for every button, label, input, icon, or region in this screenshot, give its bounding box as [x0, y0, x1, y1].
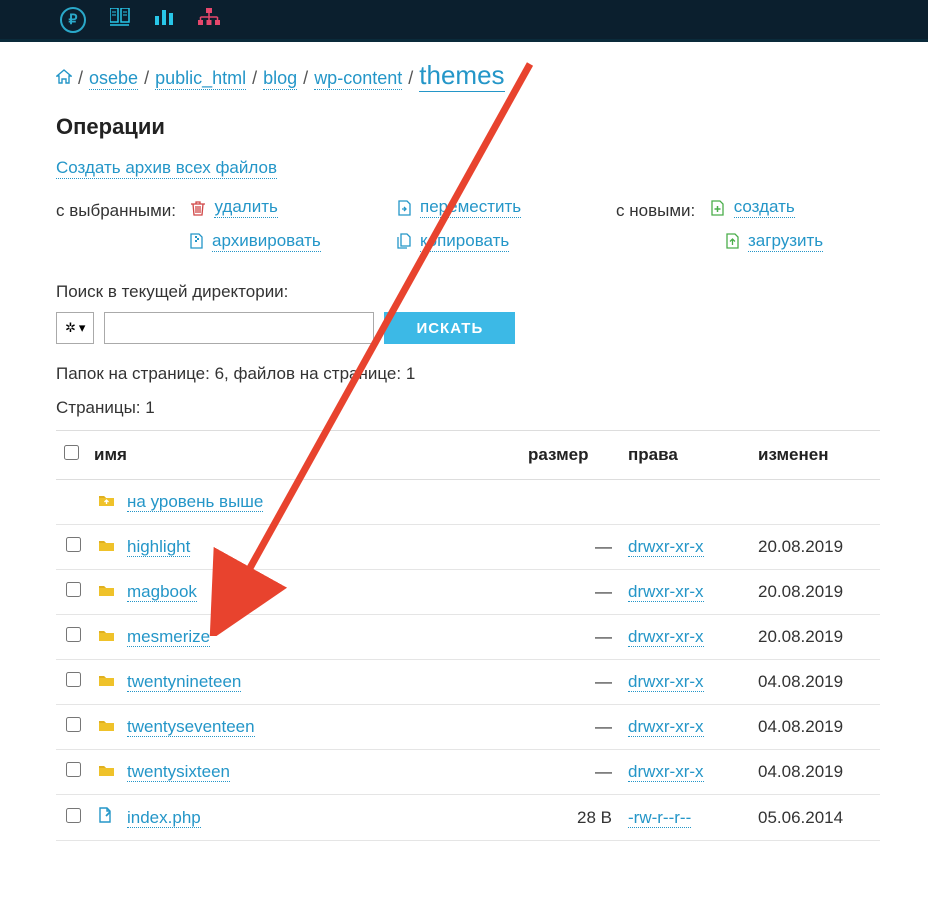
col-name: имя: [90, 431, 520, 480]
bars-icon[interactable]: [154, 8, 174, 31]
archive-all-link[interactable]: Создать архив всех файлов: [56, 158, 277, 179]
move-file-icon: [396, 199, 412, 217]
row-checkbox[interactable]: [66, 627, 81, 642]
create-link[interactable]: создать: [734, 197, 795, 218]
permissions-link[interactable]: drwxr-xr-x: [628, 672, 704, 692]
permissions-link[interactable]: drwxr-xr-x: [628, 627, 704, 647]
file-size: —: [520, 750, 620, 795]
copy-link[interactable]: копировать: [420, 231, 509, 252]
file-date: 05.06.2014: [750, 795, 880, 841]
counts-line: Папок на странице: 6, файлов на странице…: [56, 364, 880, 384]
delete-link[interactable]: удалить: [214, 197, 277, 218]
folder-icon: [98, 627, 115, 646]
col-modified: изменен: [750, 431, 880, 480]
row-checkbox[interactable]: [66, 717, 81, 732]
file-date: 20.08.2019: [750, 525, 880, 570]
permissions-link[interactable]: drwxr-xr-x: [628, 537, 704, 557]
create-file-icon: [710, 199, 726, 217]
search-button[interactable]: ИСКАТЬ: [384, 312, 515, 344]
table-row: magbook — drwxr-xr-x 20.08.2019: [56, 570, 880, 615]
trash-icon: [190, 199, 206, 217]
table-row: twentysixteen — drwxr-xr-x 04.08.2019: [56, 750, 880, 795]
file-name-link[interactable]: index.php: [127, 808, 201, 828]
file-date: 04.08.2019: [750, 705, 880, 750]
row-checkbox[interactable]: [66, 808, 81, 823]
file-size: —: [520, 525, 620, 570]
table-row: twentynineteen — drwxr-xr-x 04.08.2019: [56, 660, 880, 705]
file-name-link[interactable]: highlight: [127, 537, 190, 557]
folder-icon: [98, 582, 115, 601]
up-level-row: на уровень выше: [56, 480, 880, 525]
row-checkbox[interactable]: [66, 762, 81, 777]
file-name-link[interactable]: twentysixteen: [127, 762, 230, 782]
file-date: 20.08.2019: [750, 570, 880, 615]
file-name-link[interactable]: twentynineteen: [127, 672, 241, 692]
home-icon[interactable]: [56, 69, 72, 89]
permissions-link[interactable]: drwxr-xr-x: [628, 717, 704, 737]
with-new-label: с новыми:: [616, 201, 695, 220]
folder-icon: [98, 717, 115, 736]
gear-icon: ✲: [65, 320, 76, 336]
up-level-link[interactable]: на уровень выше: [127, 492, 263, 512]
permissions-link[interactable]: drwxr-xr-x: [628, 762, 704, 782]
breadcrumb-current[interactable]: themes: [419, 60, 504, 92]
file-name-link[interactable]: twentyseventeen: [127, 717, 255, 737]
breadcrumb-link[interactable]: public_html: [155, 68, 246, 90]
file-size: 28 B: [520, 795, 620, 841]
file-size: —: [520, 615, 620, 660]
file-icon: [98, 808, 112, 827]
breadcrumb-link[interactable]: blog: [263, 68, 297, 90]
operations-heading: Операции: [56, 114, 880, 140]
file-size: —: [520, 705, 620, 750]
file-date: 20.08.2019: [750, 615, 880, 660]
table-row: highlight — drwxr-xr-x 20.08.2019: [56, 525, 880, 570]
file-table: имя размер права изменен на уровень выше…: [56, 430, 880, 841]
search-input[interactable]: [104, 312, 374, 344]
ruble-icon[interactable]: ₽: [60, 7, 86, 33]
stats-icon[interactable]: [110, 8, 130, 31]
file-name-link[interactable]: magbook: [127, 582, 197, 602]
operations-row: с выбранными: удалить архивировать: [56, 197, 880, 254]
search-label: Поиск в текущей директории:: [56, 282, 880, 302]
row-checkbox[interactable]: [66, 672, 81, 687]
table-row: mesmerize — drwxr-xr-x 20.08.2019: [56, 615, 880, 660]
select-all-checkbox[interactable]: [64, 445, 79, 460]
permissions-link[interactable]: drwxr-xr-x: [628, 582, 704, 602]
move-link[interactable]: переместить: [420, 197, 521, 218]
table-row: twentyseventeen — drwxr-xr-x 04.08.2019: [56, 705, 880, 750]
permissions-link[interactable]: -rw-r--r--: [628, 808, 691, 828]
breadcrumb-link[interactable]: osebe: [89, 68, 138, 90]
folder-icon: [98, 762, 115, 781]
row-checkbox[interactable]: [66, 537, 81, 552]
folder-icon: [98, 672, 115, 691]
file-date: 04.08.2019: [750, 660, 880, 705]
archive-link[interactable]: архивировать: [212, 231, 321, 252]
with-selected-label: с выбранными:: [56, 201, 176, 220]
col-perms: права: [620, 431, 750, 480]
top-nav-bar: ₽: [0, 0, 928, 42]
folder-up-icon: [98, 494, 115, 511]
breadcrumb: / osebe / public_html / blog / wp-conten…: [56, 60, 880, 92]
file-name-link[interactable]: mesmerize: [127, 627, 210, 647]
file-size: —: [520, 660, 620, 705]
col-size: размер: [520, 431, 620, 480]
breadcrumb-link[interactable]: wp-content: [314, 68, 402, 90]
folder-icon: [98, 537, 115, 556]
pages-line: Страницы: 1: [56, 398, 880, 418]
sitemap-icon[interactable]: [198, 8, 220, 31]
file-date: 04.08.2019: [750, 750, 880, 795]
upload-file-icon: [724, 232, 740, 250]
archive-file-icon: [188, 232, 204, 250]
table-row: index.php 28 B -rw-r--r-- 05.06.2014: [56, 795, 880, 841]
caret-down-icon: ▾: [79, 320, 86, 336]
search-settings-button[interactable]: ✲▾: [56, 312, 94, 344]
row-checkbox[interactable]: [66, 582, 81, 597]
upload-link[interactable]: загрузить: [748, 231, 823, 252]
file-size: —: [520, 570, 620, 615]
copy-file-icon: [396, 232, 412, 250]
